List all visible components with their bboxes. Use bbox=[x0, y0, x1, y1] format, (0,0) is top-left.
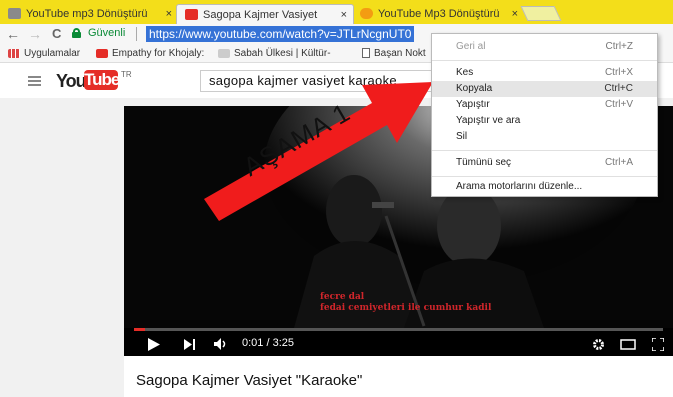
play-icon[interactable] bbox=[148, 338, 160, 351]
progress-bar[interactable] bbox=[134, 328, 663, 331]
forward-button[interactable]: → bbox=[28, 25, 42, 43]
menu-item-edit-search-engines[interactable]: Arama motorlarını düzenle... bbox=[432, 179, 657, 195]
player-controls: 0:01 / 3:25 bbox=[124, 332, 673, 356]
tab-youtube-mp3-2[interactable]: YouTube Mp3 Dönüştürü × bbox=[352, 4, 524, 24]
close-icon[interactable]: × bbox=[512, 4, 518, 24]
region-label: TR bbox=[121, 70, 132, 79]
divider bbox=[136, 27, 137, 41]
context-menu: Geri al Ctrl+Z Kes Ctrl+X Kopyala Ctrl+C… bbox=[431, 33, 658, 197]
menu-item-label: Yapıştır bbox=[456, 99, 490, 110]
menu-item-label: Arama motorlarını düzenle... bbox=[456, 181, 583, 192]
menu-item-paste[interactable]: Yapıştır Ctrl+V bbox=[432, 97, 657, 113]
video-title: Sagopa Kajmer Vasiyet "Karaoke" bbox=[136, 372, 363, 389]
bookmark-empathy[interactable]: Empathy for Khojaly: bbox=[96, 47, 204, 61]
tab-title: YouTube mp3 Dönüştürü bbox=[26, 8, 148, 20]
bookmark-label: Başan Nokt bbox=[374, 48, 426, 59]
menu-item-shortcut: Ctrl+C bbox=[604, 83, 633, 94]
menu-item-shortcut: Ctrl+X bbox=[604, 67, 633, 78]
search-input[interactable]: sagopa kajmer vasiyet karaoke bbox=[200, 70, 440, 92]
bookmark-label: Empathy for Khojaly: bbox=[112, 48, 205, 59]
youtube-icon bbox=[96, 48, 108, 58]
url-input[interactable]: https://www.youtube.com/watch?v=JTLrNcgn… bbox=[146, 26, 415, 42]
menu-divider bbox=[432, 150, 657, 151]
tab-strip: YouTube mp3 Dönüştürü × Sagopa Kajmer Va… bbox=[0, 0, 673, 24]
menu-item-label: Yapıştır ve ara bbox=[456, 115, 521, 126]
page-icon bbox=[362, 48, 370, 59]
menu-item-label: Tümünü seç bbox=[456, 157, 512, 168]
menu-item-copy[interactable]: Kopyala Ctrl+C bbox=[432, 81, 657, 97]
menu-item-label: Sil bbox=[456, 131, 468, 142]
close-icon[interactable]: × bbox=[341, 5, 347, 24]
close-icon[interactable]: × bbox=[166, 4, 172, 24]
menu-item-delete[interactable]: Sil bbox=[432, 129, 657, 145]
reload-button[interactable]: C bbox=[52, 25, 61, 43]
tab-title: YouTube Mp3 Dönüştürü bbox=[378, 8, 500, 20]
menu-item-cut[interactable]: Kes Ctrl+X bbox=[432, 65, 657, 81]
lock-icon[interactable] bbox=[72, 28, 81, 38]
screen: YouTube mp3 Dönüştürü × Sagopa Kajmer Va… bbox=[0, 0, 673, 397]
tab-youtube-mp3-1[interactable]: YouTube mp3 Dönüştürü × bbox=[0, 4, 178, 24]
theater-mode-icon[interactable] bbox=[620, 339, 636, 350]
bookmark-basan[interactable]: Başan Nokt bbox=[362, 47, 426, 61]
menu-item-label: Kes bbox=[456, 67, 474, 78]
site-icon bbox=[218, 48, 230, 58]
menu-item-shortcut: Ctrl+Z bbox=[605, 41, 634, 52]
menu-item-shortcut: Ctrl+A bbox=[604, 157, 633, 168]
apps-icon bbox=[8, 48, 20, 58]
menu-item-paste-and-search[interactable]: Yapıştır ve ara bbox=[432, 113, 657, 129]
next-icon[interactable] bbox=[184, 339, 195, 350]
tab-sagopa-active[interactable]: Sagopa Kajmer Vasiyet × bbox=[176, 4, 354, 24]
menu-item-shortcut: Ctrl+V bbox=[604, 99, 633, 110]
secure-label[interactable]: Güvenli bbox=[88, 27, 125, 39]
bookmark-label: Uygulamalar bbox=[24, 48, 81, 59]
new-tab-button[interactable] bbox=[520, 6, 562, 21]
settings-gear-icon[interactable] bbox=[592, 338, 605, 351]
volume-icon[interactable] bbox=[214, 338, 228, 350]
youtube-icon bbox=[185, 9, 198, 20]
bookmark-sabah[interactable]: Sabah Ülkesi | Kültür- bbox=[218, 47, 331, 61]
logo-you: You bbox=[56, 71, 87, 91]
menu-icon[interactable] bbox=[28, 76, 41, 86]
converter-icon bbox=[8, 8, 21, 19]
karaoke-line-2: fedai cemiyetleri ile cumhur kadil bbox=[320, 303, 492, 313]
time-display: 0:01 / 3:25 bbox=[242, 337, 294, 349]
menu-divider bbox=[432, 176, 657, 177]
progress-fill bbox=[134, 328, 145, 331]
tab-title: Sagopa Kajmer Vasiyet bbox=[203, 9, 318, 21]
bookmark-label: Sabah Ülkesi | Kültür- bbox=[234, 48, 331, 59]
menu-item-label: Kopyala bbox=[456, 83, 493, 94]
menu-item-label: Geri al bbox=[456, 41, 486, 52]
back-button[interactable]: ← bbox=[6, 25, 20, 43]
menu-item-undo[interactable]: Geri al Ctrl+Z bbox=[432, 39, 657, 55]
logo-tube: Tube bbox=[84, 70, 120, 90]
page-background bbox=[0, 98, 124, 397]
bookmark-apps[interactable]: Uygulamalar bbox=[8, 47, 80, 61]
converter-icon bbox=[360, 8, 373, 19]
menu-item-select-all[interactable]: Tümünü seç Ctrl+A bbox=[432, 155, 657, 171]
menu-divider bbox=[432, 60, 657, 61]
karaoke-line-1: fecre dal bbox=[320, 292, 365, 302]
fullscreen-icon[interactable] bbox=[652, 338, 664, 351]
